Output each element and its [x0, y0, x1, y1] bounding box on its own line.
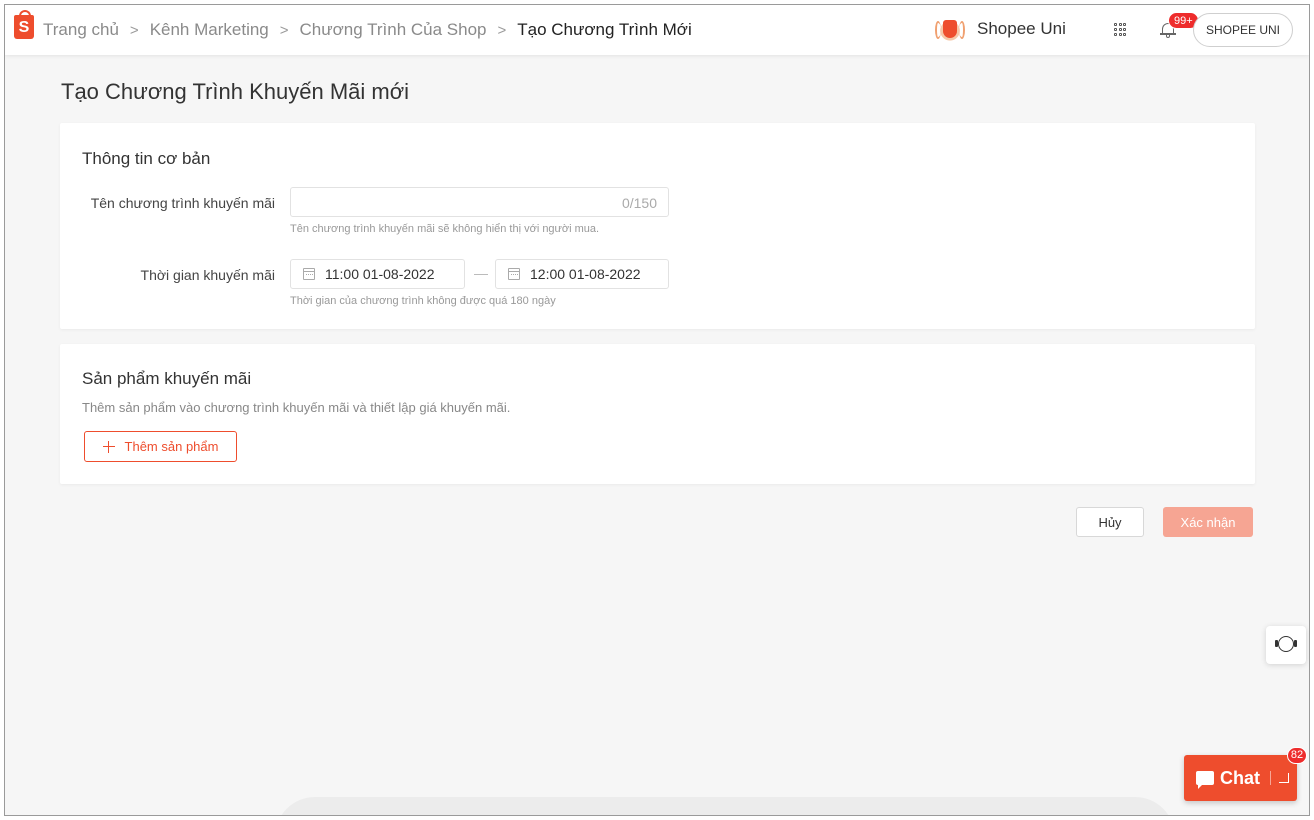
- cancel-button[interactable]: Hủy: [1076, 507, 1144, 537]
- chat-unread-badge: 82: [1287, 747, 1307, 764]
- apps-grid-icon[interactable]: [1114, 23, 1128, 37]
- start-time-value: 11:00 01-08-2022: [325, 266, 435, 282]
- app-window: S Trang chủ > Kênh Marketing > Chương Tr…: [4, 4, 1310, 816]
- plus-icon: [102, 440, 115, 453]
- chevron-right-icon: >: [279, 21, 289, 39]
- end-time-picker[interactable]: 12:00 01-08-2022: [495, 259, 669, 289]
- add-product-button[interactable]: Thêm sản phẩm: [84, 431, 237, 462]
- promo-products-card: Sản phẩm khuyến mãi Thêm sản phẩm vào ch…: [60, 344, 1255, 484]
- add-product-label: Thêm sản phẩm: [124, 439, 219, 454]
- chevron-right-icon: >: [497, 21, 507, 39]
- breadcrumb: Trang chủ > Kênh Marketing > Chương Trìn…: [43, 5, 692, 55]
- chat-divider: [1270, 771, 1271, 785]
- top-header: S Trang chủ > Kênh Marketing > Chương Tr…: [5, 5, 1309, 55]
- shopee-uni-icon: [933, 12, 967, 46]
- shopee-uni-link[interactable]: Shopee Uni: [933, 12, 1066, 46]
- program-name-label: Tên chương trình khuyến mãi: [90, 195, 275, 211]
- breadcrumb-current: Tạo Chương Trình Mới: [517, 20, 692, 39]
- promo-products-description: Thêm sản phẩm vào chương trình khuyến mã…: [82, 400, 511, 415]
- shopee-uni-label: Shopee Uni: [977, 19, 1066, 38]
- program-time-hint: Thời gian của chương trình không được qu…: [290, 295, 556, 307]
- page-title: Tạo Chương Trình Khuyến Mãi mới: [61, 79, 410, 104]
- breadcrumb-shop-programs[interactable]: Chương Trình Của Shop: [300, 20, 487, 40]
- basic-info-title: Thông tin cơ bản: [82, 149, 211, 168]
- breadcrumb-home[interactable]: Trang chủ: [43, 20, 119, 40]
- start-time-picker[interactable]: 11:00 01-08-2022: [290, 259, 465, 289]
- shopee-logo-icon[interactable]: S: [14, 10, 34, 39]
- chat-button[interactable]: Chat: [1184, 755, 1297, 801]
- chat-label: Chat: [1220, 767, 1260, 788]
- date-range-dash: [474, 274, 488, 275]
- headset-support-icon[interactable]: [1266, 626, 1306, 664]
- promo-products-title: Sản phẩm khuyến mãi: [82, 369, 252, 388]
- program-name-counter: 0/150: [621, 195, 657, 211]
- end-time-value: 12:00 01-08-2022: [530, 266, 641, 282]
- minimize-icon[interactable]: [1279, 773, 1289, 783]
- account-button[interactable]: SHOPEE UNI: [1193, 13, 1293, 47]
- calendar-icon: [303, 268, 315, 280]
- bottom-shadow: [275, 797, 1175, 815]
- chat-icon: [1196, 771, 1214, 789]
- program-name-hint: Tên chương trình khuyến mãi sẽ không hiể…: [290, 223, 600, 235]
- breadcrumb-marketing[interactable]: Kênh Marketing: [150, 20, 269, 40]
- calendar-icon: [508, 268, 520, 280]
- program-time-label: Thời gian khuyến mãi: [140, 267, 275, 283]
- program-name-input[interactable]: 0/150: [290, 187, 669, 217]
- basic-info-card: Thông tin cơ bản Tên chương trình khuyến…: [60, 123, 1255, 329]
- chevron-right-icon: >: [129, 21, 139, 39]
- confirm-button[interactable]: Xác nhận: [1163, 507, 1253, 537]
